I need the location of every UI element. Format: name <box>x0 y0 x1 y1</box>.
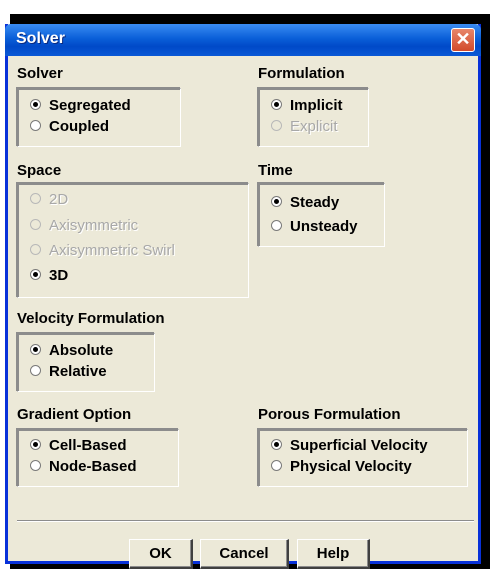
radio-off-icon <box>30 218 41 230</box>
radio-relative[interactable]: Relative <box>30 362 107 382</box>
radio-cell-based[interactable]: Cell-Based <box>30 436 127 456</box>
radio-on-icon <box>30 268 41 280</box>
window-title: Solver <box>16 30 65 47</box>
radio-implicit[interactable]: Implicit <box>271 96 343 116</box>
radio-off-icon <box>30 192 41 204</box>
radio-axisymmetric[interactable]: Axisymmetric <box>30 216 138 236</box>
formulation-group-label: Formulation <box>258 65 345 82</box>
radio-label: Axisymmetric Swirl <box>49 242 175 259</box>
radio-label: Superficial Velocity <box>290 437 428 454</box>
radio-off-icon <box>271 219 282 231</box>
radio-on-icon <box>30 343 41 355</box>
radio-label: Cell-Based <box>49 437 127 454</box>
radio-on-icon <box>271 195 282 207</box>
close-icon: ✕ <box>455 29 471 49</box>
porous-formulation-group-label: Porous Formulation <box>258 406 401 423</box>
close-button[interactable]: ✕ <box>451 28 475 52</box>
dialog-client: Solver Segregated Coupled Formulation Im… <box>11 56 481 569</box>
radio-label: Relative <box>49 363 107 380</box>
radio-physical-velocity[interactable]: Physical Velocity <box>271 457 412 477</box>
time-group-label: Time <box>258 162 293 179</box>
radio-label: Steady <box>290 194 340 211</box>
radio-label: Axisymmetric <box>49 217 139 234</box>
gradient-option-group-label: Gradient Option <box>17 406 132 423</box>
cancel-button[interactable]: Cancel <box>200 539 289 569</box>
radio-off-icon <box>30 459 41 471</box>
radio-unsteady[interactable]: Unsteady <box>271 217 358 237</box>
radio-label: Coupled <box>49 118 109 135</box>
gradient-option-group: Cell-Based Node-Based <box>17 429 179 487</box>
solver-group: Segregated Coupled <box>17 88 181 147</box>
space-group: 2D Axisymmetric Axisymmetric Swirl 3D <box>17 183 249 298</box>
radio-explicit[interactable]: Explicit <box>271 117 338 137</box>
radio-off-icon <box>271 119 282 131</box>
radio-off-icon <box>271 459 282 471</box>
radio-coupled[interactable]: Coupled <box>30 117 109 137</box>
radio-label: Absolute <box>49 342 114 359</box>
solver-group-label: Solver <box>17 65 63 82</box>
radio-on-icon <box>271 98 282 110</box>
velocity-formulation-group-label: Velocity Formulation <box>17 310 165 327</box>
radio-on-icon <box>30 98 41 110</box>
radio-node-based[interactable]: Node-Based <box>30 457 137 477</box>
radio-label: 2D <box>49 191 69 208</box>
radio-label: Segregated <box>49 97 131 114</box>
radio-steady[interactable]: Steady <box>271 193 339 213</box>
radio-on-icon <box>30 438 41 450</box>
title-bar[interactable]: Solver ✕ <box>5 24 481 56</box>
help-button[interactable]: Help <box>297 539 370 569</box>
radio-off-icon <box>30 364 41 376</box>
radio-label: Physical Velocity <box>290 458 412 475</box>
button-separator <box>17 520 474 522</box>
solver-dialog: Solver Segregated Coupled Formulation Im… <box>5 24 481 569</box>
radio-label: Explicit <box>290 118 338 135</box>
radio-superficial-velocity[interactable]: Superficial Velocity <box>271 436 428 456</box>
radio-off-icon <box>30 243 41 255</box>
formulation-group: Implicit Explicit <box>258 88 369 147</box>
radio-label: Implicit <box>290 97 343 114</box>
radio-label: Node-Based <box>49 458 137 475</box>
radio-2d[interactable]: 2D <box>30 190 68 210</box>
space-group-label: Space <box>17 162 62 179</box>
time-group: Steady Unsteady <box>258 183 385 247</box>
radio-off-icon <box>30 119 41 131</box>
ok-button[interactable]: OK <box>129 539 193 569</box>
radio-3d[interactable]: 3D <box>30 266 68 286</box>
velocity-formulation-group: Absolute Relative <box>17 333 155 392</box>
radio-label: Unsteady <box>290 218 358 235</box>
porous-formulation-group: Superficial Velocity Physical Velocity <box>258 429 468 487</box>
radio-axisymmetric-swirl[interactable]: Axisymmetric Swirl <box>30 241 175 261</box>
radio-segregated[interactable]: Segregated <box>30 96 131 116</box>
radio-on-icon <box>271 438 282 450</box>
radio-label: 3D <box>49 267 69 284</box>
radio-absolute[interactable]: Absolute <box>30 341 113 361</box>
